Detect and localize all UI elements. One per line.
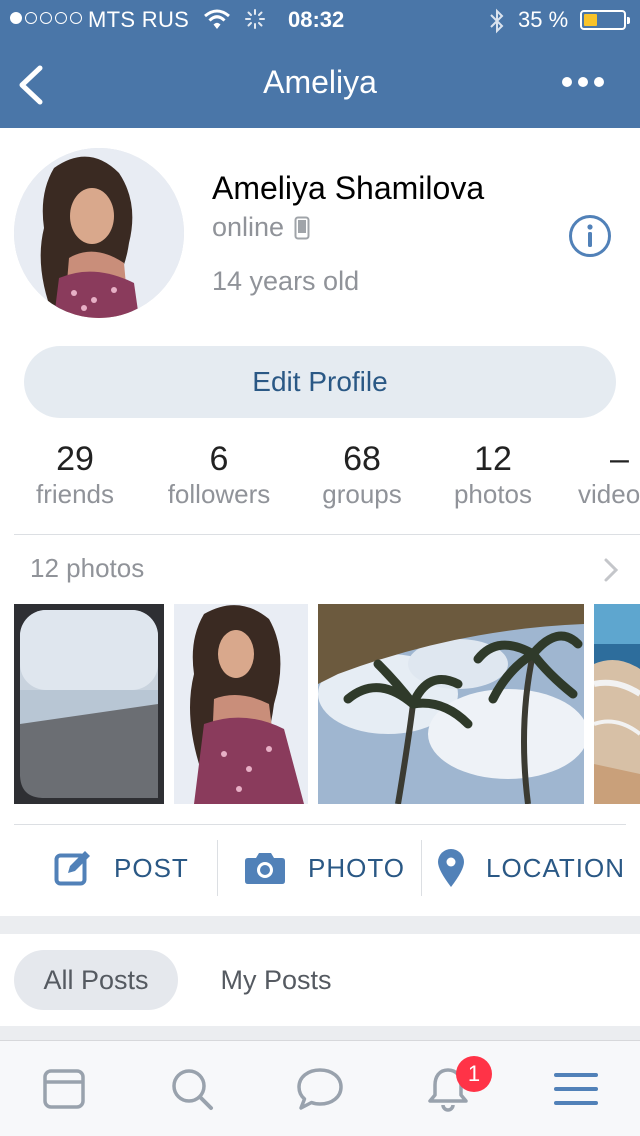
battery-icon xyxy=(580,10,630,30)
page-title: Ameliya xyxy=(263,64,377,100)
counter-label: followers xyxy=(167,479,271,509)
avatar[interactable] xyxy=(14,148,184,318)
online-status-label: online xyxy=(212,212,285,242)
counter-photos[interactable]: 12 photos xyxy=(440,440,546,510)
location-button[interactable]: LOCATION xyxy=(436,840,625,896)
counter-value: – xyxy=(610,440,629,478)
photo-button[interactable]: PHOTO xyxy=(244,840,405,896)
counter-label: groups xyxy=(322,479,402,509)
counter-videos[interactable]: – videos xyxy=(574,440,640,510)
photos-section-title[interactable]: 12 photos xyxy=(30,553,144,584)
counter-value: 29 xyxy=(56,440,94,478)
quick-actions: POST PHOTO LOCATION xyxy=(0,840,640,896)
info-button[interactable] xyxy=(568,214,612,258)
more-dots-icon xyxy=(562,77,572,87)
camera-icon xyxy=(245,853,285,884)
post-button-label: POST xyxy=(114,852,189,883)
photo-thumbnail[interactable] xyxy=(594,604,640,804)
counter-value: 12 xyxy=(474,440,512,478)
wifi-icon xyxy=(204,9,230,29)
divider xyxy=(14,534,640,535)
photo-beach xyxy=(594,604,640,804)
section-separator xyxy=(0,1026,640,1040)
signal-strength-icon xyxy=(10,12,82,24)
tab-my-posts[interactable]: My Posts xyxy=(200,950,352,1010)
location-button-label: LOCATION xyxy=(486,852,625,883)
notifications-badge: 1 xyxy=(456,1056,492,1092)
counter-label: photos xyxy=(453,479,533,509)
battery-percent: 35 % xyxy=(518,7,569,32)
tab-bar xyxy=(0,1040,640,1136)
profile-age: 14 years old xyxy=(212,266,360,296)
counter-label: videos xyxy=(578,479,640,509)
activity-spinner-icon xyxy=(245,9,265,29)
chevron-right-icon[interactable] xyxy=(602,556,620,584)
photo-thumbnail[interactable] xyxy=(174,604,308,804)
divider xyxy=(217,840,218,896)
counter-groups[interactable]: 68 groups xyxy=(310,440,414,510)
profile-photo xyxy=(14,148,184,318)
edit-icon xyxy=(54,851,90,886)
menu-icon[interactable] xyxy=(552,1065,600,1113)
profile-counters: 29 friends 6 followers 68 groups 12 phot… xyxy=(0,440,640,520)
news-icon[interactable] xyxy=(40,1065,88,1113)
search-icon[interactable] xyxy=(168,1065,216,1113)
counter-value: 6 xyxy=(209,440,229,478)
photo-thumbnail[interactable] xyxy=(318,604,584,804)
mobile-device-icon xyxy=(294,216,310,239)
profile-name: Ameliya Shamilova xyxy=(212,170,485,206)
bluetooth-icon xyxy=(490,8,504,34)
top-bar: MTS RUS 08:32 35 % Ameliya xyxy=(0,0,640,128)
online-status: online xyxy=(212,212,310,243)
more-options-button[interactable] xyxy=(562,72,606,92)
section-separator xyxy=(0,916,640,934)
status-bar: MTS RUS 08:32 35 % xyxy=(0,0,640,40)
messages-icon[interactable] xyxy=(296,1065,344,1113)
edit-profile-button[interactable]: Edit Profile xyxy=(24,346,616,418)
photo-airplane-window xyxy=(14,604,164,804)
clock: 08:32 xyxy=(288,7,345,32)
photo-button-label: PHOTO xyxy=(308,852,405,883)
tab-all-posts[interactable]: All Posts xyxy=(14,950,178,1010)
counter-label: friends xyxy=(35,479,115,509)
carrier-name: MTS RUS xyxy=(88,7,190,32)
photo-portrait xyxy=(174,604,308,804)
location-pin-icon xyxy=(438,849,464,887)
photo-palm-trees xyxy=(318,604,584,804)
counter-followers[interactable]: 6 followers xyxy=(158,440,280,510)
post-button[interactable]: POST xyxy=(54,840,189,896)
counter-value: 68 xyxy=(343,440,381,478)
counter-friends[interactable]: 29 friends xyxy=(20,440,130,510)
divider xyxy=(421,840,422,896)
divider xyxy=(14,824,626,825)
photo-thumbnail[interactable] xyxy=(14,604,164,804)
